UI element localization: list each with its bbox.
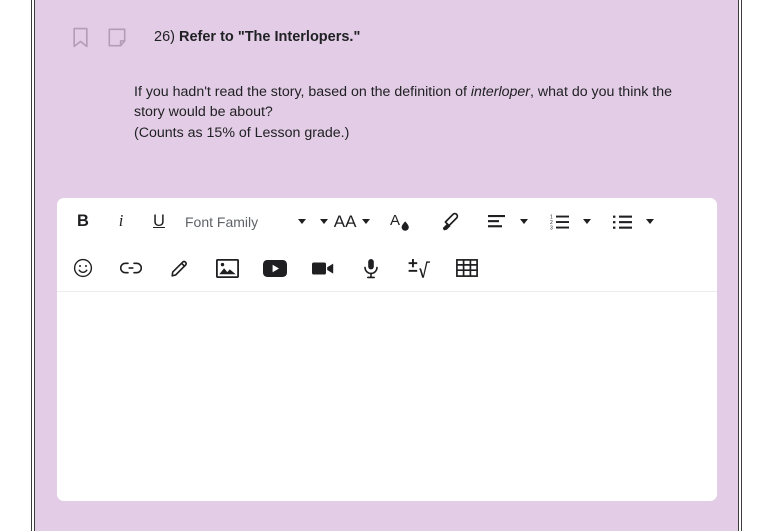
page-frame-rule-right-outer [741,0,742,531]
numbered-list-button[interactable]: 1 2 3 [543,205,577,239]
question-prompt-part1: If you hadn't read the story, based on t… [134,84,471,100]
table-icon[interactable] [450,251,484,285]
svg-text:3: 3 [550,225,553,229]
question-number: 26) [154,29,179,45]
question-title: 26) Refer to "The Interlopers." [154,26,360,48]
question-prompt-emphasis: interloper [470,84,531,100]
svg-text:A: A [390,212,400,229]
chevron-down-icon [298,219,307,224]
underline-button[interactable]: U [142,205,176,239]
highlighter-button[interactable] [432,205,466,239]
question-prompt: If you hadn't read the story, based on t… [134,82,704,143]
chevron-down-icon [362,219,371,224]
pencil-draw-icon[interactable] [162,251,196,285]
bookmark-icon[interactable] [69,26,91,48]
question-label: Refer to "The Interlopers." [179,29,361,45]
question-grade-note: (Counts as 15% of Lesson grade.) [134,124,350,141]
numbered-list-control[interactable]: 1 2 3 [543,205,597,239]
youtube-icon[interactable] [258,251,292,285]
rich-text-editor: B i U Font Family AA A 1 2 3 [57,198,717,501]
italic-label: i [118,211,124,231]
chevron-down-icon [646,219,655,224]
italic-button[interactable]: i [104,205,138,239]
bulleted-list-dropdown-button[interactable] [640,205,660,239]
editor-toolbar: B i U Font Family AA A 1 2 3 [57,198,717,292]
text-color-button[interactable]: A [384,205,418,239]
font-family-placeholder: Font Family [185,213,259,230]
numbered-list-dropdown-button[interactable] [577,205,597,239]
image-icon[interactable] [210,251,244,285]
font-size-button[interactable]: AA [328,205,362,239]
chevron-down-icon [520,219,529,224]
bulleted-list-button[interactable] [606,205,640,239]
page-frame-rule-right-inner [738,0,739,531]
video-camera-icon[interactable] [306,251,340,285]
alignment-control[interactable] [480,205,534,239]
microphone-icon[interactable] [354,251,388,285]
font-family-select[interactable]: Font Family [185,205,307,239]
math-equation-icon[interactable] [402,251,436,285]
question-card: 26) Refer to "The Interlopers." If you h… [35,0,738,531]
page-frame-rule-left-outer [31,0,32,531]
bulleted-list-control[interactable] [606,205,660,239]
page-root: 26) Refer to "The Interlopers." If you h… [0,0,763,531]
editor-toolbar-row-2 [57,245,717,291]
underline-label: U [153,212,165,231]
font-size-label: AA [333,212,357,231]
bold-label: B [77,212,89,231]
alignment-dropdown-button[interactable] [514,205,534,239]
chevron-down-icon [320,219,329,224]
emoji-icon[interactable] [66,251,100,285]
chevron-down-icon [583,219,592,224]
link-icon[interactable] [114,251,148,285]
bold-button[interactable]: B [66,205,100,239]
sticky-note-icon[interactable] [106,26,128,48]
editor-toolbar-row-1: B i U Font Family AA A 1 2 3 [57,198,717,245]
font-size-control[interactable]: AA [320,205,371,239]
question-header: 26) Refer to "The Interlopers." [69,26,360,50]
editor-content-area[interactable] [57,292,717,499]
align-left-button[interactable] [480,205,514,239]
